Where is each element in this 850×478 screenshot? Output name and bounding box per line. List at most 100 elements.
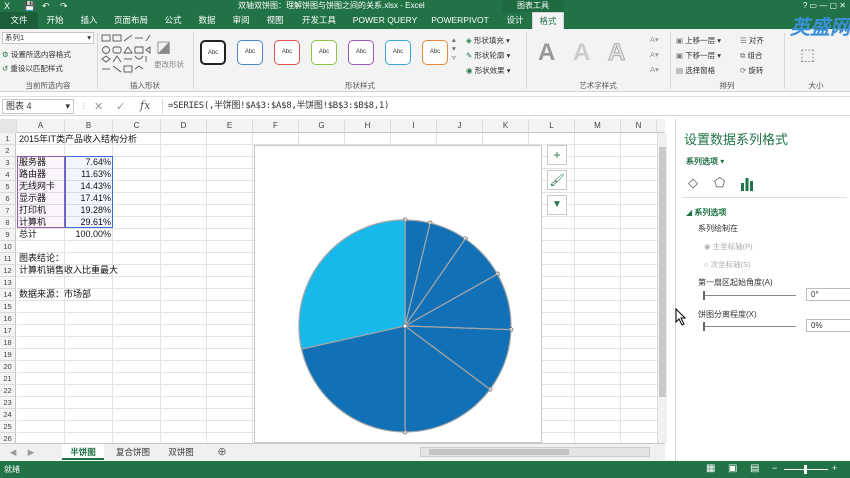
slider-handle[interactable] bbox=[703, 322, 705, 331]
cell-data-source[interactable]: 数据来源：市场部 bbox=[19, 289, 91, 300]
first-slice-angle-input[interactable]: 0° bbox=[806, 288, 850, 301]
tab-review[interactable]: 审阅 bbox=[226, 12, 256, 29]
row-header[interactable]: 4 bbox=[0, 169, 16, 181]
cell-item-value[interactable]: 19.28% bbox=[65, 205, 111, 216]
change-shape-button[interactable]: 更改形状 bbox=[154, 59, 184, 70]
tab-design[interactable]: 设计 bbox=[500, 12, 530, 29]
zoom-out-icon[interactable]: − bbox=[772, 463, 777, 473]
row-header[interactable]: 23 bbox=[0, 397, 16, 409]
row-header[interactable]: 5 bbox=[0, 181, 16, 193]
effects-pentagon-icon[interactable]: ⬠ bbox=[714, 175, 725, 191]
column-header-d[interactable]: D bbox=[161, 119, 207, 133]
column-header-f[interactable]: F bbox=[253, 119, 299, 133]
enter-icon[interactable]: ✓ bbox=[116, 100, 125, 113]
slider-handle[interactable] bbox=[703, 291, 705, 300]
shape-style-1[interactable]: Abc bbox=[200, 40, 226, 65]
zoom-in-icon[interactable]: + bbox=[832, 463, 837, 473]
formula-input[interactable]: =SERIES(,半饼图!$A$3:$A$8,半饼图!$B$3:$B$8,1) bbox=[168, 97, 389, 116]
horizontal-scrollbar[interactable] bbox=[420, 447, 650, 457]
cell-item-name[interactable]: 计算机 bbox=[19, 217, 46, 228]
row-header[interactable]: 11 bbox=[0, 253, 16, 265]
shape-effects-button[interactable]: ◉ 形状效果 ▾ bbox=[466, 65, 511, 76]
wordart-style-3[interactable]: A bbox=[607, 39, 625, 67]
shape-style-7[interactable]: Abc bbox=[422, 40, 448, 65]
cell-item-name[interactable]: 显示器 bbox=[19, 193, 46, 204]
bring-forward-button[interactable]: ▣ 上移一层 ▾ bbox=[676, 35, 721, 46]
zoom-slider-handle[interactable] bbox=[804, 465, 807, 474]
shape-style-4[interactable]: Abc bbox=[311, 40, 337, 65]
cell-item-name[interactable]: 服务器 bbox=[19, 157, 46, 168]
chart-elements-button[interactable]: + bbox=[547, 145, 567, 165]
tab-developer[interactable]: 开发工具 bbox=[296, 12, 342, 29]
column-header-k[interactable]: K bbox=[483, 119, 529, 133]
row-header[interactable]: 25 bbox=[0, 421, 16, 433]
save-icon[interactable]: 💾 bbox=[24, 1, 35, 11]
cell-total-label[interactable]: 总计 bbox=[19, 229, 37, 240]
select-all-corner[interactable] bbox=[0, 119, 17, 133]
shape-style-2[interactable]: Abc bbox=[237, 40, 263, 65]
pie-explosion-slider[interactable] bbox=[703, 322, 796, 331]
column-header-j[interactable]: J bbox=[437, 119, 483, 133]
chart-filters-button[interactable]: ▼ bbox=[547, 195, 567, 215]
tab-view[interactable]: 视图 bbox=[260, 12, 290, 29]
reset-style-button[interactable]: ↺ 重设以匹配样式 bbox=[2, 63, 63, 74]
series-options-dropdown[interactable]: 系列选项 ▾ bbox=[686, 156, 724, 167]
rotate-button[interactable]: ⟳ 旋转 bbox=[740, 65, 763, 76]
shape-style-6[interactable]: Abc bbox=[385, 40, 411, 65]
column-header-b[interactable]: B bbox=[65, 119, 113, 133]
secondary-axis-radio[interactable]: ○ 次坐标轴(S) bbox=[704, 259, 751, 270]
shape-style-5[interactable]: Abc bbox=[348, 40, 374, 65]
row-header[interactable]: 21 bbox=[0, 373, 16, 385]
cell-item-value[interactable]: 17.41% bbox=[65, 193, 111, 204]
normal-view-icon[interactable]: ▦ bbox=[706, 463, 715, 474]
send-backward-button[interactable]: ▣ 下移一层 ▾ bbox=[676, 50, 721, 61]
cell-total-value[interactable]: 100.00% bbox=[65, 229, 111, 240]
pie-explosion-input[interactable]: 0% bbox=[806, 319, 850, 332]
row-header[interactable]: 20 bbox=[0, 361, 16, 373]
sheet-tab-half-pie[interactable]: 半饼图 bbox=[62, 444, 104, 460]
format-selection-button[interactable]: ⚙ 设置所选内容格式 bbox=[2, 49, 71, 60]
text-outline-icon[interactable]: A▾ bbox=[650, 50, 659, 59]
pie-chart-plot[interactable] bbox=[255, 146, 543, 444]
column-header-a[interactable]: A bbox=[17, 119, 65, 133]
chart-styles-button[interactable]: 🖌 bbox=[547, 170, 567, 190]
column-header-e[interactable]: E bbox=[207, 119, 253, 133]
tab-format[interactable]: 格式 bbox=[532, 12, 564, 29]
tab-formulas[interactable]: 公式 bbox=[158, 12, 188, 29]
row-header[interactable]: 18 bbox=[0, 337, 16, 349]
add-sheet-icon[interactable]: ⊕ bbox=[214, 444, 230, 460]
row-header[interactable]: 8 bbox=[0, 217, 16, 229]
shape-style-3[interactable]: Abc bbox=[274, 40, 300, 65]
tab-home[interactable]: 开始 bbox=[40, 12, 70, 29]
cell-a1-title[interactable]: 2015年IT类产品收入结构分析 bbox=[19, 134, 137, 145]
tab-insert[interactable]: 插入 bbox=[74, 12, 104, 29]
column-header-c[interactable]: C bbox=[113, 119, 161, 133]
tab-powerpivot[interactable]: POWERPIVOT bbox=[428, 12, 492, 29]
formula-bar-resize-icon[interactable]: ⋮ bbox=[80, 101, 88, 110]
column-header-g[interactable]: G bbox=[299, 119, 345, 133]
cell-item-value[interactable]: 14.43% bbox=[65, 181, 111, 192]
cell-item-name[interactable]: 路由器 bbox=[19, 169, 46, 180]
series-options-section[interactable]: ◢ 系列选项 bbox=[686, 207, 726, 218]
first-slice-angle-slider[interactable] bbox=[703, 291, 796, 300]
name-box[interactable]: 图表 4 ▾ bbox=[2, 99, 74, 114]
cell-conclusion-text[interactable]: 计算机销售收入比重最大 bbox=[19, 265, 118, 276]
tab-power-query[interactable]: POWER QUERY bbox=[350, 12, 420, 29]
row-header[interactable]: 15 bbox=[0, 301, 16, 313]
row-header[interactable]: 1 bbox=[0, 133, 16, 145]
wordart-style-1[interactable]: A bbox=[538, 39, 555, 67]
pie-slice-highlight[interactable] bbox=[298, 219, 406, 350]
row-header[interactable]: 9 bbox=[0, 229, 16, 241]
cell-item-value[interactable]: 7.64% bbox=[65, 157, 111, 168]
tab-page-layout[interactable]: 页面布局 bbox=[108, 12, 154, 29]
fill-line-icon[interactable]: ◇ bbox=[688, 175, 698, 191]
undo-icon[interactable]: ↶ bbox=[42, 1, 50, 11]
row-header[interactable]: 13 bbox=[0, 277, 16, 289]
scrollbar-thumb[interactable] bbox=[659, 147, 666, 397]
selection-pane-button[interactable]: ▤ 选择窗格 bbox=[676, 65, 715, 76]
primary-axis-radio[interactable]: ◉ 主坐标轴(P) bbox=[704, 241, 753, 252]
series-options-icon[interactable] bbox=[740, 177, 754, 191]
group-button[interactable]: ⧉ 组合 bbox=[740, 50, 762, 61]
horizontal-scrollbar-thumb[interactable] bbox=[429, 449, 569, 455]
selection-dropdown[interactable]: 系列1 ▾ bbox=[2, 32, 94, 44]
